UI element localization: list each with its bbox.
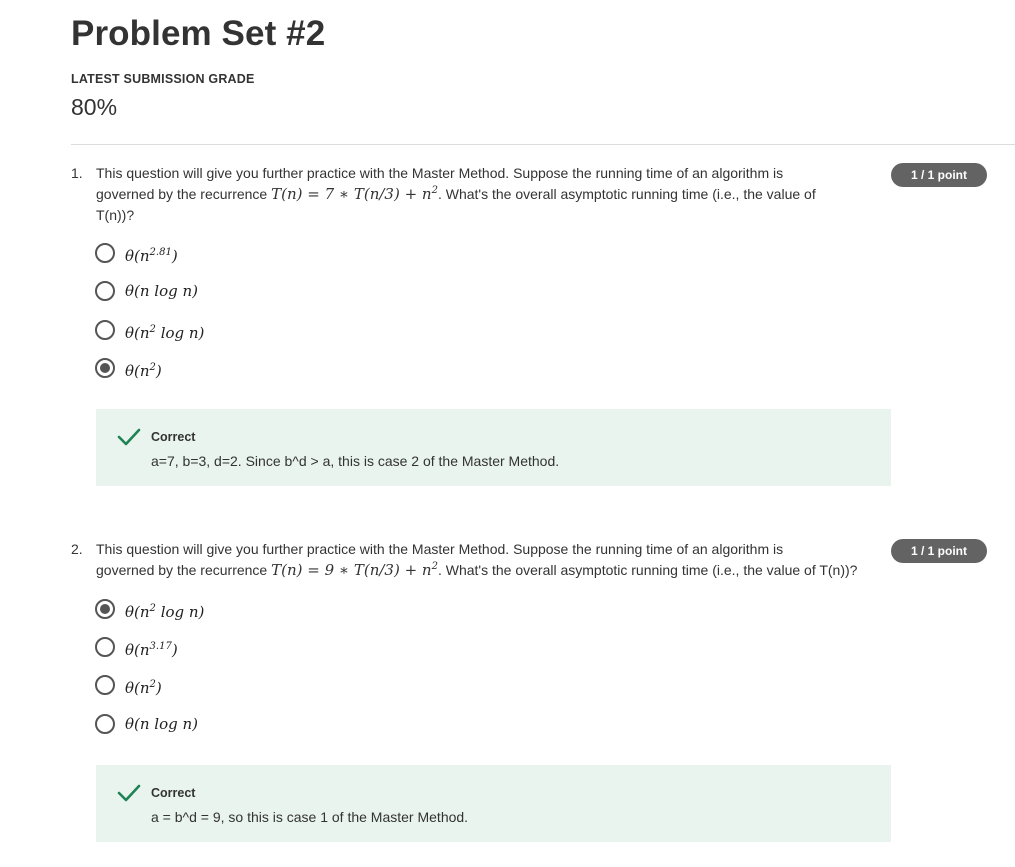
option-label-tail: )	[155, 679, 162, 697]
option-label-tail: log n)	[155, 324, 205, 342]
grade-label: LATEST SUBMISSION GRADE	[71, 72, 255, 86]
option-label: θ(n3.17)	[125, 637, 178, 660]
radio-button[interactable]	[95, 637, 115, 657]
check-icon	[117, 784, 141, 802]
answer-option[interactable]: θ(n2 log n)	[95, 320, 395, 342]
radio-button[interactable]	[95, 243, 115, 263]
option-label: θ(n2 log n)	[125, 599, 204, 622]
option-label-text: θ(n	[125, 324, 150, 342]
answer-option[interactable]: θ(n2)	[95, 675, 395, 697]
recurrence-formula: T(n) = 7 ∗ T(n/3) + n2	[271, 185, 438, 203]
feedback-text: a=7, b=3, d=2. Since b^d > a, this is ca…	[151, 453, 560, 469]
option-label: θ(n log n)	[125, 281, 198, 301]
option-label-exponent: 3.17	[149, 641, 172, 652]
grade-value: 80%	[71, 94, 118, 120]
points-badge: 1 / 1 point	[891, 163, 987, 187]
question-text-line: governed by the recurrence T(n) = 7 ∗ T(…	[96, 184, 816, 205]
question-text-segment: governed by the recurrence	[96, 186, 272, 202]
option-label: θ(n log n)	[125, 714, 198, 734]
option-label-text: θ(n log n)	[125, 282, 199, 300]
option-label: θ(n2)	[125, 358, 162, 381]
question-text-line: This question will give you further prac…	[96, 541, 784, 557]
option-label-tail: log n)	[155, 603, 205, 621]
question-text: This question will give you further prac…	[96, 539, 857, 581]
option-label-exponent: 2.81	[149, 247, 172, 258]
recurrence-formula: T(n) = 9 ∗ T(n/3) + n2	[271, 561, 438, 579]
feedback-box: Correct a = b^d = 9, so this is case 1 o…	[96, 765, 891, 842]
question-text-segment: . What's the overall asymptotic running …	[437, 562, 858, 578]
answer-option[interactable]: θ(n log n)	[95, 714, 395, 736]
question-text-line: T(n))?	[96, 207, 135, 223]
option-label-text: θ(n	[125, 247, 150, 265]
radio-button-selected[interactable]	[95, 599, 115, 619]
feedback-title: Correct	[151, 786, 196, 800]
option-label-text: θ(n	[125, 679, 150, 697]
radio-button[interactable]	[95, 675, 115, 695]
feedback-box: Correct a=7, b=3, d=2. Since b^d > a, th…	[96, 409, 891, 486]
option-label-tail: )	[155, 362, 162, 380]
option-label-text: θ(n log n)	[125, 715, 199, 733]
option-label-tail: )	[171, 641, 178, 659]
option-label-text: θ(n	[125, 641, 150, 659]
recurrence-formula-text: T(n) = 9 ∗ T(n/3) + n	[271, 561, 432, 579]
question-text-line: governed by the recurrence T(n) = 9 ∗ T(…	[96, 560, 857, 581]
option-label-text: θ(n	[125, 603, 150, 621]
radio-button[interactable]	[95, 714, 115, 734]
problem-set-page: Problem Set #2 LATEST SUBMISSION GRADE 8…	[0, 0, 1015, 867]
option-label: θ(n2)	[125, 675, 162, 698]
page-title: Problem Set #2	[71, 14, 326, 53]
radio-button-selected[interactable]	[95, 358, 115, 378]
question-text-segment: . What's the overall asymptotic running …	[437, 186, 816, 202]
check-icon	[117, 428, 141, 446]
answer-option[interactable]: θ(n3.17)	[95, 637, 395, 659]
question-number: 2.	[71, 541, 83, 557]
points-badge: 1 / 1 point	[891, 539, 987, 563]
option-label: θ(n2.81)	[125, 243, 178, 266]
option-label: θ(n2 log n)	[125, 320, 204, 343]
radio-button[interactable]	[95, 320, 115, 340]
option-label-text: θ(n	[125, 362, 150, 380]
option-label-tail: )	[171, 247, 178, 265]
answer-option[interactable]: θ(n2.81)	[95, 243, 395, 265]
question-text-segment: governed by the recurrence	[96, 562, 272, 578]
divider	[71, 144, 1015, 145]
question-number: 1.	[71, 165, 83, 181]
question-text-line: This question will give you further prac…	[96, 165, 784, 181]
feedback-title: Correct	[151, 430, 196, 444]
radio-button[interactable]	[95, 281, 115, 301]
answer-option[interactable]: θ(n log n)	[95, 281, 395, 303]
question-text: This question will give you further prac…	[96, 163, 816, 226]
recurrence-formula-text: T(n) = 7 ∗ T(n/3) + n	[271, 185, 432, 203]
answer-option[interactable]: θ(n2)	[95, 358, 395, 380]
answer-option[interactable]: θ(n2 log n)	[95, 599, 395, 621]
feedback-text: a = b^d = 9, so this is case 1 of the Ma…	[151, 809, 469, 825]
